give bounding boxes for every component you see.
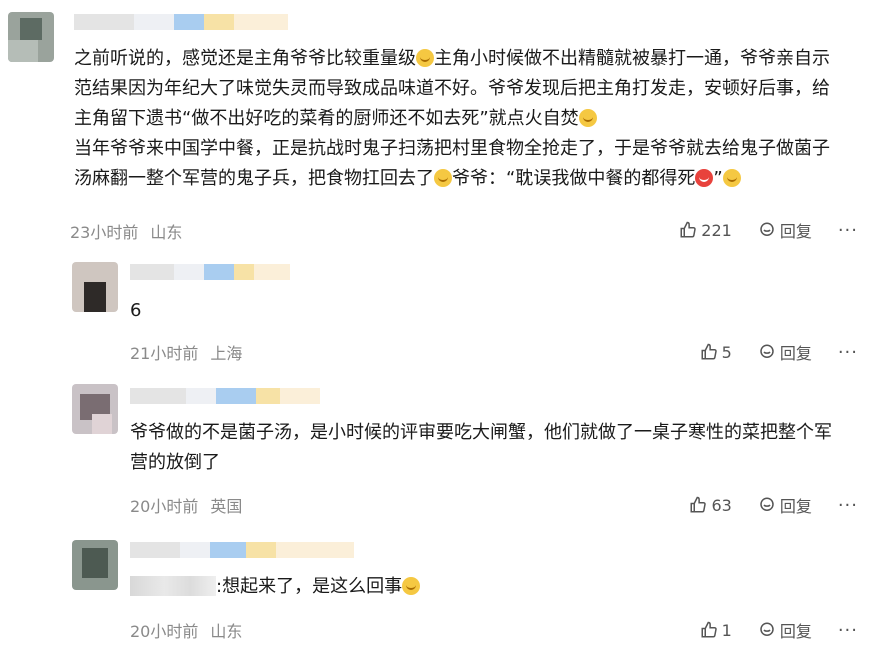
comment-time: 20小时前 (130, 497, 199, 516)
comment-location: 上海 (210, 344, 243, 363)
like-count: 5 (721, 342, 732, 362)
chat-bubble-icon (760, 344, 774, 358)
thumbs-up-icon (680, 221, 697, 238)
reply-item: 6 21小时前 上海 5 回复 ··· (0, 250, 870, 370)
angry-emoji-icon (695, 169, 714, 187)
reply-button[interactable]: 回复 (758, 493, 812, 517)
like-button[interactable]: 221 (679, 221, 732, 240)
comment-text: 爷爷做的不是菌子汤，是小时候的评审要吃大闸蟹，他们就做了一桌子寒性的菜把整个军 … (130, 418, 832, 478)
like-button[interactable]: 5 (700, 343, 732, 362)
reply-label: 回复 (779, 622, 812, 641)
username[interactable] (130, 264, 290, 280)
reply-label: 回复 (779, 497, 812, 516)
comment-text: :想起来了，是这么回事 (130, 572, 421, 602)
avatar[interactable] (72, 384, 118, 434)
crying-laughing-emoji-icon (434, 169, 452, 187)
like-count: 221 (701, 220, 732, 240)
reply-item: :想起来了，是这么回事 20小时前 山东 1 回复 ··· (0, 528, 870, 648)
comment-time: 23小时前 (70, 223, 139, 242)
comment-time: 21小时前 (130, 344, 199, 363)
comment-text-line: 之前听说的，感觉还是主角爷爷比较重量级 (74, 48, 416, 69)
crying-laughing-emoji-icon (578, 109, 597, 127)
comment-text-line: 营的放倒了 (130, 452, 220, 473)
comment-text: 之前听说的，感觉还是主角爷爷比较重量级 主角小时候做不出精髓就被暴打一通，爷爷亲自… (74, 44, 830, 194)
thumbs-up-icon (690, 496, 707, 513)
more-dots-icon[interactable]: ··· (838, 220, 858, 241)
comment-actions: 5 回复 ··· (700, 340, 858, 364)
comment-location: 山东 (210, 622, 243, 641)
more-dots-icon[interactable]: ··· (838, 495, 858, 516)
reply-button[interactable]: 回复 (758, 340, 812, 364)
username[interactable] (130, 542, 354, 558)
comment-location: 英国 (210, 497, 243, 516)
reply-button[interactable]: 回复 (758, 618, 812, 642)
comment-meta: 21小时前 上海 (130, 340, 242, 364)
comment-actions: 221 回复 ··· (679, 218, 858, 242)
comment-text-line: 爷爷做的不是菌子汤，是小时候的评审要吃大闸蟹，他们就做了一桌子寒性的菜把整个军 (130, 422, 832, 443)
chat-bubble-icon (760, 622, 774, 636)
username[interactable] (130, 388, 320, 404)
mention-username[interactable] (130, 576, 216, 596)
comment-text-line: 主角小时候做不出精髓就被暴打一通，爷爷亲自示 (434, 48, 830, 69)
comment-time: 20小时前 (130, 622, 199, 641)
comment-text-line: 范结果因为年纪大了味觉失灵而导致成品味道不好。爷爷发现后把主角打发走，安顿好后事… (74, 78, 830, 99)
comment-meta: 20小时前 山东 (130, 618, 242, 642)
avatar[interactable] (8, 12, 54, 62)
comment-text-line: :想起来了，是这么回事 (216, 576, 403, 597)
reply-label: 回复 (779, 344, 812, 363)
like-button[interactable]: 63 (689, 495, 732, 515)
username[interactable] (74, 14, 288, 30)
thumbs-up-icon (701, 621, 717, 638)
comment-text-line: 爷爷：“耽误我做中餐的都得死 (452, 168, 696, 189)
like-button[interactable]: 1 (700, 621, 732, 640)
comment-text-line: 汤麻翻一整个军营的鬼子兵，把食物扛回去了 (74, 168, 434, 189)
laughing-emoji-icon (722, 169, 741, 187)
comment-item: 之前听说的，感觉还是主角爷爷比较重量级 主角小时候做不出精髓就被暴打一通，爷爷亲自… (0, 0, 870, 250)
chat-bubble-icon (760, 497, 774, 511)
comment-meta: 20小时前 英国 (130, 493, 242, 517)
like-count: 1 (721, 620, 732, 640)
laughing-emoji-icon (416, 49, 434, 67)
thumbs-up-icon (701, 343, 717, 360)
comment-actions: 63 回复 ··· (689, 493, 858, 517)
reply-item: 爷爷做的不是菌子汤，是小时候的评审要吃大闸蟹，他们就做了一桌子寒性的菜把整个军 … (0, 372, 870, 522)
reply-label: 回复 (779, 222, 812, 241)
comment-text-line: ” (713, 168, 723, 189)
like-count: 63 (711, 495, 732, 515)
comment-text: 6 (130, 296, 141, 326)
comment-text-line: 当年爷爷来中国学中餐，正是抗战时鬼子扫荡把村里食物全抢走了，于是爷爷就去给鬼子做… (74, 138, 830, 159)
more-dots-icon[interactable]: ··· (838, 342, 858, 363)
avatar[interactable] (72, 540, 118, 590)
more-dots-icon[interactable]: ··· (838, 620, 858, 641)
laughing-emoji-icon (402, 577, 421, 595)
chat-bubble-icon (760, 222, 774, 236)
comment-meta: 23小时前 山东 (70, 219, 182, 243)
comment-actions: 1 回复 ··· (700, 618, 858, 642)
avatar[interactable] (72, 262, 118, 312)
reply-button[interactable]: 回复 (758, 218, 812, 242)
comment-text-line: 主角留下遗书“做不出好吃的菜肴的厨师还不如去死”就点火自焚 (74, 108, 579, 129)
comment-text-line: 6 (130, 300, 142, 321)
comment-location: 山东 (150, 223, 183, 242)
